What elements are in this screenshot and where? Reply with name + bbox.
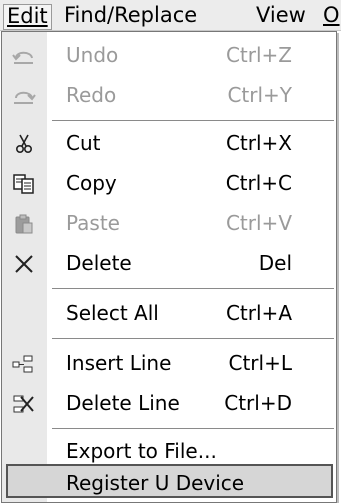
delete-line-label: Delete Line <box>66 391 180 415</box>
menu-item-register-u-device[interactable]: Register U Device <box>6 464 333 498</box>
copy-label: Copy <box>66 171 117 195</box>
menu-view-label: View <box>256 3 306 27</box>
separator <box>52 288 334 289</box>
menu-view[interactable]: View <box>256 4 306 30</box>
delete-line-shortcut: Ctrl+D <box>224 391 292 415</box>
undo-arrow-icon <box>10 44 38 68</box>
paste-label: Paste <box>66 211 120 235</box>
menu-bar: Edit Find/Replace View O <box>0 0 341 31</box>
register-label: Register U Device <box>66 471 245 495</box>
paste-shortcut: Ctrl+V <box>225 211 292 235</box>
menu-item-paste[interactable]: Paste Ctrl+V <box>2 204 336 244</box>
menu-edit[interactable]: Edit <box>3 4 52 30</box>
copy-shortcut: Ctrl+C <box>225 171 292 195</box>
cut-label: Cut <box>66 131 101 155</box>
redo-shortcut: Ctrl+Y <box>227 83 292 107</box>
separator <box>52 120 334 121</box>
menu-edit-label: Edit <box>7 4 48 28</box>
delete-shortcut: Del <box>258 251 292 275</box>
insert-line-icon <box>10 352 38 376</box>
menu-item-copy[interactable]: Copy Ctrl+C <box>2 164 336 204</box>
undo-shortcut: Ctrl+Z <box>225 43 292 67</box>
paste-icon <box>10 212 38 236</box>
export-label: Export to File... <box>66 439 217 463</box>
scissors-icon <box>10 132 38 156</box>
select-all-label: Select All <box>66 301 159 325</box>
menu-o-label: O <box>323 3 340 27</box>
delete-label: Delete <box>66 251 132 275</box>
menu-find-replace-label: Find/Replace <box>64 3 198 27</box>
cut-shortcut: Ctrl+X <box>225 131 292 155</box>
separator <box>52 338 334 339</box>
separator <box>52 428 334 429</box>
menu-item-delete[interactable]: Delete Del <box>2 244 336 284</box>
edit-dropdown-menu: Undo Ctrl+Z Redo Ctrl+Y Cut Ctrl+X Copy … <box>1 31 337 503</box>
menu-o[interactable]: O <box>323 4 340 30</box>
menu-item-delete-line[interactable]: Delete Line Ctrl+D <box>2 384 336 424</box>
menu-item-undo[interactable]: Undo Ctrl+Z <box>2 36 336 76</box>
redo-arrow-icon <box>10 84 38 108</box>
menu-item-select-all[interactable]: Select All Ctrl+A <box>2 294 336 334</box>
undo-label: Undo <box>66 43 119 67</box>
delete-line-icon <box>10 392 38 416</box>
menu-find-replace[interactable]: Find/Replace <box>64 4 197 30</box>
copy-icon <box>10 172 38 196</box>
insert-line-label: Insert Line <box>66 351 172 375</box>
menu-item-cut[interactable]: Cut Ctrl+X <box>2 124 336 164</box>
redo-label: Redo <box>66 83 117 107</box>
delete-x-icon <box>10 252 38 276</box>
menu-item-insert-line[interactable]: Insert Line Ctrl+L <box>2 344 336 384</box>
select-all-shortcut: Ctrl+A <box>225 301 292 325</box>
insert-line-shortcut: Ctrl+L <box>228 351 293 375</box>
menu-item-redo[interactable]: Redo Ctrl+Y <box>2 76 336 116</box>
